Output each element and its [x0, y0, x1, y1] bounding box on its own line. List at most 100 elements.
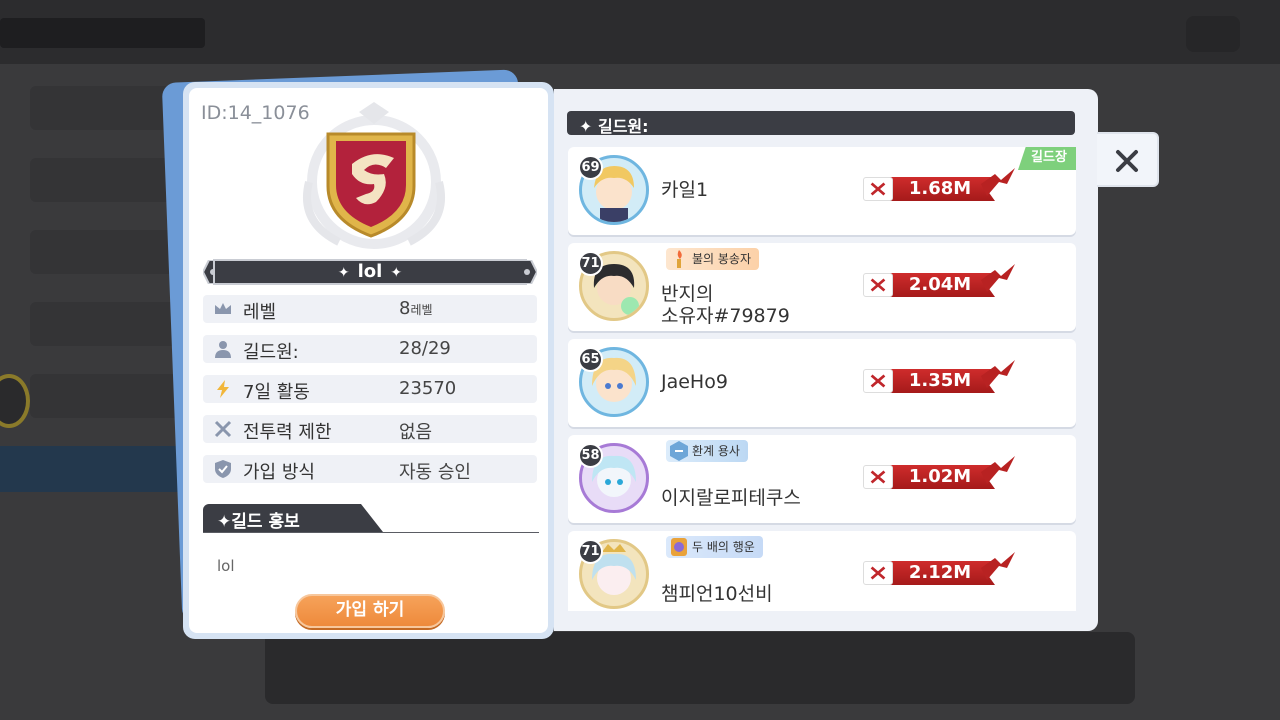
member-level-badge: 71 [578, 539, 603, 564]
stat-label: 레벨 [243, 302, 277, 323]
guild-info-card: ID:14_1076 ✦ lol ✦ 레벨 8레벨 길드원: 28/29 7일 … [183, 82, 554, 639]
person-icon [215, 341, 231, 358]
crossed-swords-icon [214, 420, 232, 438]
members-header: ✦ 길드원: [567, 111, 1075, 136]
guild-promo-title: 길드 홍보 [231, 512, 300, 532]
background-bottom-bar [265, 632, 1135, 704]
ribbon-tail-icon [981, 552, 1015, 580]
member-level-badge: 71 [578, 251, 603, 276]
member-power-value: 1.02M [908, 466, 972, 487]
hero-emblem-icon [670, 441, 688, 461]
member-card[interactable]: 58 환계 용사 이지랄로피테쿠스 1.02M [568, 435, 1076, 523]
member-title-text: 환계 용사 [692, 444, 740, 458]
stat-value: 28/29 [399, 338, 451, 359]
stat-row-level: 레벨 8레벨 [203, 295, 537, 323]
member-power: 1.35M [863, 360, 1015, 396]
guild-promo-header: ✦길드 홍보 [203, 504, 539, 534]
stat-value: 없음 [399, 422, 433, 443]
members-header-label: 길드원: [597, 117, 649, 136]
stat-value: 23570 [399, 378, 457, 399]
member-card[interactable]: 71 두 배의 행운 챔피언10선비 2.12M [568, 531, 1076, 611]
lightning-icon [217, 380, 229, 398]
guild-info-card-inner: ID:14_1076 ✦ lol ✦ 레벨 8레벨 길드원: 28/29 7일 … [189, 88, 548, 633]
star-icon: ✦ [217, 512, 232, 532]
member-title-badge: 불의 봉송자 [666, 248, 760, 270]
background-sidebar-item [30, 374, 180, 418]
stat-value: 자동 승인 [399, 462, 471, 483]
ribbon-tail-icon [981, 360, 1015, 388]
stat-row-power-limit: 전투력 제한 없음 [203, 415, 537, 443]
member-power: 2.12M [863, 552, 1015, 588]
stat-label: 7일 활동 [243, 382, 310, 403]
ribbon-tail-icon [981, 456, 1015, 484]
member-name: 이지랄로피테쿠스 [661, 487, 801, 509]
member-name: 반지의 소유자#79879 [661, 283, 790, 327]
member-name-line: 반지의 [661, 283, 714, 305]
join-guild-button[interactable]: 가입 하기 [295, 594, 445, 628]
background-sidebar [0, 78, 190, 498]
member-power: 1.68M [863, 168, 1015, 204]
ribbon-tail-icon [981, 264, 1015, 292]
power-swords-icon [863, 561, 893, 585]
member-power-value: 2.12M [908, 562, 972, 583]
member-title-badge: 두 배의 행운 [666, 536, 763, 558]
background-sidebar-item [30, 302, 180, 346]
member-card[interactable]: 65 JaeHo9 1.35M [568, 339, 1076, 427]
guild-promo-tab: ✦길드 홍보 [203, 504, 383, 532]
shield-check-icon [215, 460, 231, 478]
member-power-value: 2.04M [908, 274, 972, 295]
stat-label: 길드원: [243, 342, 299, 363]
crown-icon [215, 303, 231, 314]
guild-name: ✦ lol ✦ [203, 261, 537, 282]
member-power: 1.02M [863, 456, 1015, 492]
power-swords-icon [863, 177, 893, 201]
star-icon: ✦ [579, 117, 598, 136]
divider [203, 532, 539, 533]
guild-promo-text: lol [217, 557, 235, 575]
luck-card-icon [671, 538, 687, 556]
close-button[interactable] [1097, 132, 1159, 187]
member-name: JaeHo9 [661, 371, 728, 393]
members-panel: ✦ 길드원: 69 카일1 1.68M 길드장 71 불의 봉송자 반지의 소유… [554, 89, 1098, 631]
guild-stats: 레벨 8레벨 길드원: 28/29 7일 활동 23570 전투력 제한 없음 … [203, 295, 537, 495]
member-level-badge: 58 [578, 443, 603, 468]
member-name: 카일1 [661, 179, 709, 201]
member-level-badge: 65 [578, 347, 603, 372]
stat-value-number: 8 [399, 298, 411, 319]
stat-row-join-method: 가입 방식 자동 승인 [203, 455, 537, 483]
member-card[interactable]: 69 카일1 1.68M 길드장 [568, 147, 1076, 235]
torch-icon [677, 250, 682, 268]
background-sidebar-item [30, 158, 180, 202]
member-title-badge: 환계 용사 [666, 440, 748, 462]
close-icon [1116, 150, 1138, 172]
stat-row-members: 길드원: 28/29 [203, 335, 537, 363]
stat-label: 전투력 제한 [243, 422, 332, 443]
member-power-value: 1.68M [908, 178, 972, 199]
stat-value: 8레벨 [399, 298, 433, 319]
power-swords-icon [863, 465, 893, 489]
member-title-text: 두 배의 행운 [692, 540, 755, 554]
background-corner-button [1186, 16, 1240, 52]
member-power: 2.04M [863, 264, 1015, 300]
guild-emblem-icon [326, 132, 416, 238]
stat-row-activity: 7일 활동 23570 [203, 375, 537, 403]
background-sidebar-active [0, 446, 190, 492]
background-sidebar-item [30, 230, 180, 274]
background-title-bar [0, 18, 205, 48]
member-name-line: 소유자#79879 [661, 305, 790, 327]
member-level-badge: 69 [578, 155, 603, 180]
star-icon: ✦ [337, 265, 350, 281]
member-name: 챔피언10선비 [661, 583, 773, 605]
member-card[interactable]: 71 불의 봉송자 반지의 소유자#79879 2.04M [568, 243, 1076, 331]
guild-name-banner: ✦ lol ✦ [203, 257, 537, 287]
guild-leader-tag: 길드장 [1018, 147, 1076, 170]
member-list[interactable]: 69 카일1 1.68M 길드장 71 불의 봉송자 반지의소유자#79879 [568, 147, 1076, 611]
guild-name-text: lol [357, 261, 383, 282]
member-power-value: 1.35M [908, 370, 972, 391]
star-icon: ✦ [390, 265, 403, 281]
background-sidebar-item [30, 86, 180, 130]
ribbon-tail-icon [981, 168, 1015, 196]
member-title-text: 불의 봉송자 [692, 252, 752, 266]
stat-value-unit: 레벨 [410, 303, 433, 317]
power-swords-icon [863, 273, 893, 297]
